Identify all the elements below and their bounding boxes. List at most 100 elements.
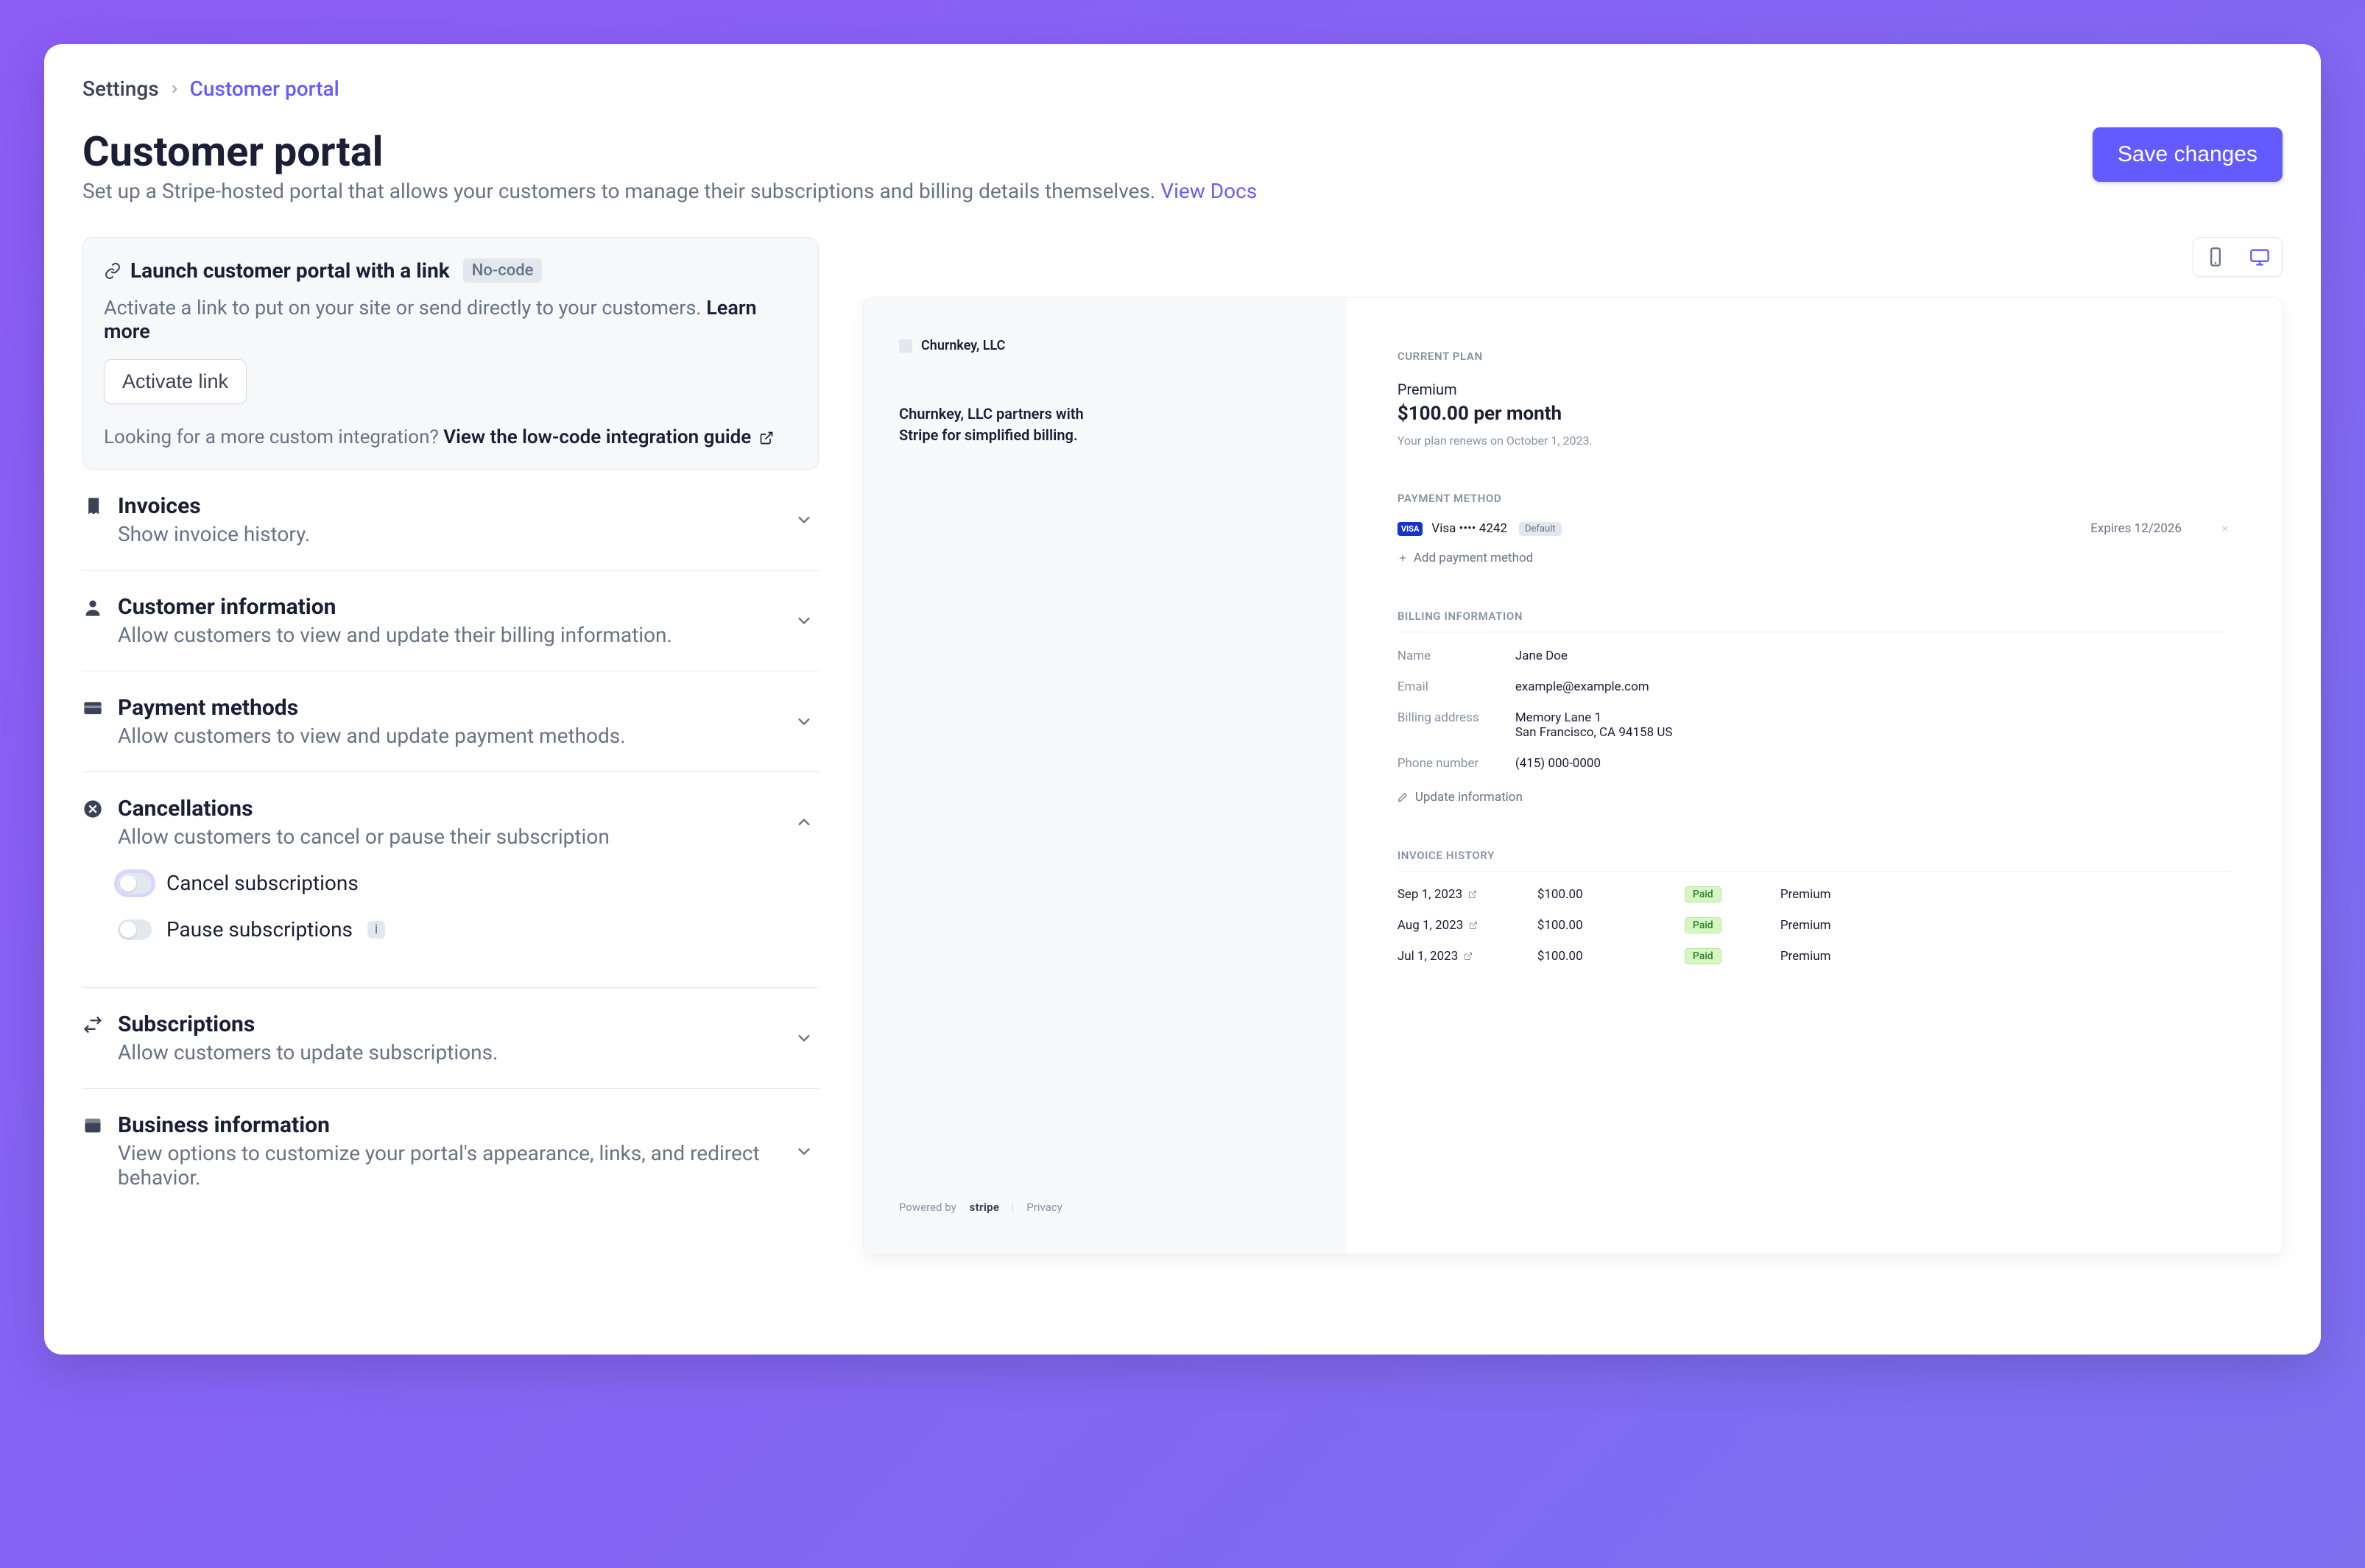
visa-brand-icon: VISA (1398, 522, 1423, 536)
bi-address-value: Memory Lane 1San Francisco, CA 94158 US (1515, 710, 1673, 740)
no-code-badge: No-code (463, 258, 543, 283)
chevron-right-icon (168, 82, 181, 96)
user-icon (82, 597, 103, 618)
card-expiry: Expires 12/2026 (2090, 521, 2182, 536)
invoice-amount: $100.00 (1537, 887, 1685, 902)
invoice-date: Aug 1, 2023 (1398, 918, 1537, 933)
breadcrumb-current[interactable]: Customer portal (190, 77, 339, 101)
bi-phone-key: Phone number (1398, 756, 1515, 771)
card-last4: Visa •••• 4242 (1431, 521, 1507, 536)
launch-portal-card: Launch customer portal with a link No-co… (82, 237, 819, 470)
section-title: Subscriptions (118, 1011, 779, 1037)
business-logo-icon (899, 339, 912, 353)
chevron-down-icon (794, 1141, 814, 1162)
app-window: Settings Customer portal Customer portal… (44, 44, 2321, 1355)
external-link-icon (1469, 921, 1478, 930)
section-title: Payment methods (118, 695, 779, 721)
card-icon (82, 698, 103, 718)
section-desc: Allow customers to view and update their… (118, 623, 779, 647)
lowcode-guide-link[interactable]: View the low-code integration guide (443, 426, 774, 448)
chevron-down-icon (794, 509, 814, 530)
desktop-view-button[interactable] (2238, 238, 2282, 276)
section-cancellations-header[interactable]: Cancellations Allow customers to cancel … (82, 796, 814, 849)
invoice-product: Premium (1780, 887, 2230, 902)
section-business-info: Business information View options to cus… (82, 1089, 819, 1213)
chevron-down-icon (794, 711, 814, 732)
bi-email-key: Email (1398, 679, 1515, 694)
view-docs-link[interactable]: View Docs (1160, 179, 1257, 203)
section-desc: Allow customers to view and update payme… (118, 724, 779, 748)
plan-name: Premium (1398, 381, 2230, 398)
invoice-row[interactable]: Sep 1, 2023 $100.00PaidPremium (1398, 886, 2230, 903)
portal-preview: Churnkey, LLC Churnkey, LLC partners wit… (863, 297, 2283, 1254)
invoice-row[interactable]: Jul 1, 2023 $100.00Paid Premium (1398, 948, 2230, 964)
invoice-amount: $100.00 (1537, 949, 1685, 964)
chevron-up-icon (794, 812, 814, 833)
section-title: Invoices (118, 493, 779, 519)
cancel-subscriptions-label: Cancel subscriptions (166, 871, 359, 895)
section-desc: Show invoice history. (118, 522, 779, 546)
external-link-icon (1464, 952, 1473, 961)
bi-name-value: Jane Doe (1515, 649, 1568, 663)
save-changes-button[interactable]: Save changes (2093, 127, 2283, 182)
external-link-icon (759, 431, 774, 445)
invoice-product: Premium (1780, 918, 2230, 933)
device-toggle (2193, 237, 2283, 277)
cancel-icon (82, 799, 103, 819)
launch-title: Launch customer portal with a link (130, 258, 450, 283)
section-title: Business information (118, 1112, 779, 1138)
section-subscriptions: Subscriptions Allow customers to update … (82, 988, 819, 1089)
update-information-button[interactable]: Update information (1398, 790, 2230, 805)
activate-link-button[interactable]: Activate link (104, 359, 247, 404)
bi-address-key: Billing address (1398, 710, 1515, 740)
section-cancellations: Cancellations Allow customers to cancel … (82, 772, 819, 988)
invoice-amount: $100.00 (1537, 918, 1685, 933)
invoice-row[interactable]: Aug 1, 2023 $100.00Paid Premium (1398, 917, 2230, 933)
chevron-down-icon (794, 610, 814, 631)
arrows-icon (82, 1014, 103, 1035)
invoice-history-label: INVOICE HISTORY (1398, 849, 2230, 862)
powered-by-label: Powered by (899, 1201, 956, 1214)
cancel-subscriptions-toggle[interactable] (118, 873, 152, 894)
stripe-logo: stripe (970, 1201, 1000, 1214)
add-payment-method-button[interactable]: Add payment method (1398, 551, 2230, 565)
invoice-date: Sep 1, 2023 (1398, 887, 1537, 902)
pencil-icon (1398, 792, 1408, 802)
receipt-icon (82, 496, 103, 517)
section-invoices-header[interactable]: Invoices Show invoice history. (82, 493, 814, 546)
billing-info-label: BILLING INFORMATION (1398, 610, 2230, 623)
plan-renewal-note: Your plan renews on October 1, 2023. (1398, 434, 2230, 448)
invoice-status-badge: Paid (1685, 917, 1721, 933)
bi-phone-value: (415) 000-0000 (1515, 756, 1601, 771)
lowcode-hint: Looking for a more custom integration? V… (104, 426, 797, 448)
bi-name-key: Name (1398, 649, 1515, 663)
mobile-view-button[interactable] (2193, 238, 2238, 276)
pause-subscriptions-label: Pause subscriptions (166, 917, 353, 942)
preview-main: CURRENT PLAN Premium $100.00 per month Y… (1346, 298, 2282, 1254)
pause-subscriptions-toggle[interactable] (118, 919, 152, 940)
breadcrumb-root[interactable]: Settings (82, 77, 159, 101)
invoice-date: Jul 1, 2023 (1398, 949, 1537, 964)
remove-card-icon[interactable] (2220, 523, 2230, 534)
page-title: Customer portal (82, 127, 1257, 176)
bi-email-value: example@example.com (1515, 679, 1649, 694)
external-link-icon (1468, 890, 1477, 899)
section-customer-info-header[interactable]: Customer information Allow customers to … (82, 594, 814, 647)
launch-subtitle: Activate a link to put on your site or s… (104, 296, 797, 343)
browser-icon (82, 1115, 103, 1136)
breadcrumb: Settings Customer portal (82, 77, 2283, 101)
invoice-status-badge: Paid (1685, 948, 1721, 964)
section-business-info-header[interactable]: Business information View options to cus… (82, 1112, 814, 1190)
section-subscriptions-header[interactable]: Subscriptions Allow customers to update … (82, 1011, 814, 1064)
section-payment-methods-header[interactable]: Payment methods Allow customers to view … (82, 695, 814, 748)
info-icon[interactable]: i (367, 921, 385, 939)
section-title: Customer information (118, 594, 779, 620)
section-desc: View options to customize your portal's … (118, 1141, 779, 1190)
section-desc: Allow customers to update subscriptions. (118, 1040, 779, 1064)
link-icon (104, 262, 121, 280)
privacy-link[interactable]: Privacy (1026, 1201, 1062, 1214)
payment-method-label: PAYMENT METHOD (1398, 492, 2230, 505)
section-title: Cancellations (118, 796, 779, 822)
page-subtitle: Set up a Stripe-hosted portal that allow… (82, 179, 1257, 203)
invoice-product: Premium (1780, 949, 2230, 964)
